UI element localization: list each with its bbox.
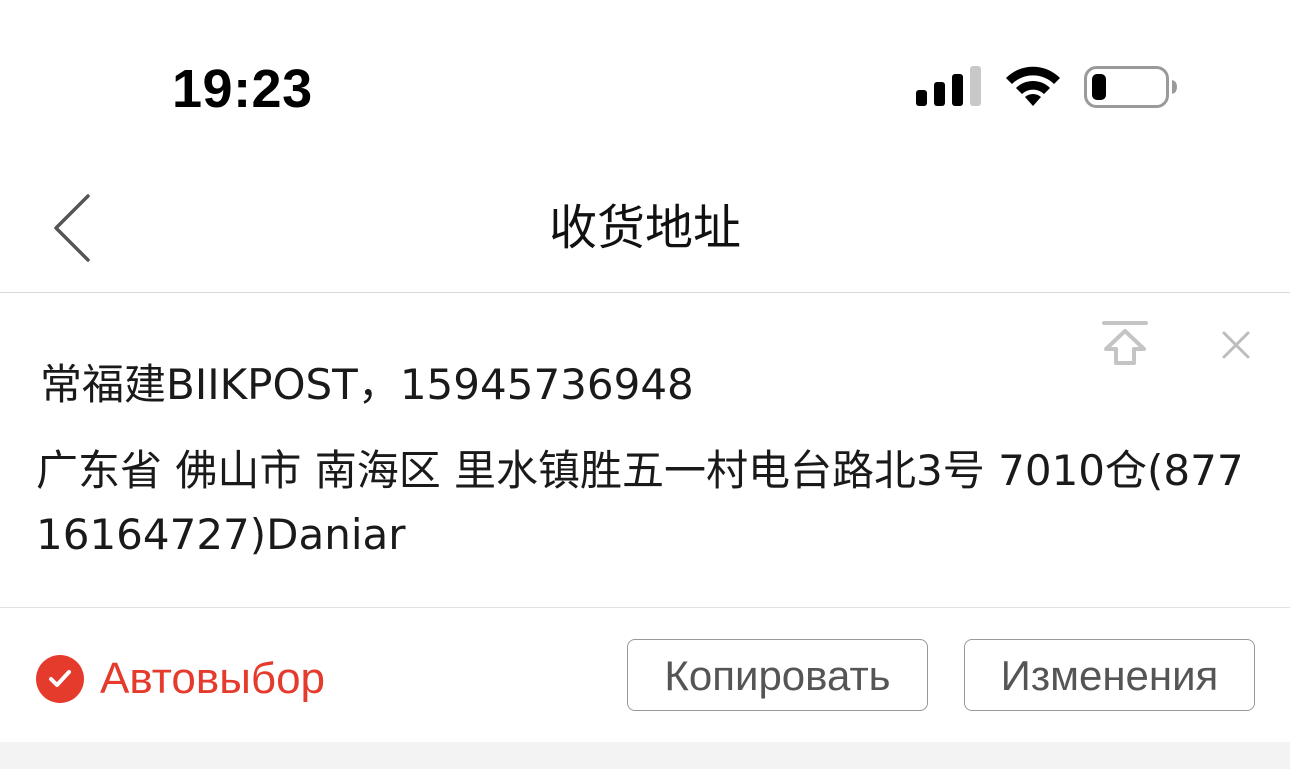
navigation-bar: 收货地址 [0,160,1290,293]
auto-select-label: Автовыбор [100,654,326,703]
pin-to-top-icon [1102,321,1148,365]
copy-button[interactable]: Копировать [627,639,928,711]
checkmark-circle-icon [36,655,84,703]
auto-select-toggle[interactable]: Автовыбор [36,654,325,704]
address-card[interactable]: 常福建BIIKPOST，15945736948 广东省 佛山市 南海区 里水镇胜… [0,293,1290,608]
status-time: 19:23 [172,59,313,119]
recipient-name-phone: 常福建BIIKPOST，15945736948 [40,360,694,409]
footer-strip [0,742,1290,769]
page-title: 收货地址 [548,200,741,256]
address-actions: Автовыбор Копировать Изменения [0,608,1290,742]
cellular-signal-icon [916,66,982,106]
status-bar: 19:23 [0,0,1290,160]
address-detail: 广东省 佛山市 南海区 里水镇胜五一村电台路北3号 7010仓(87716164… [36,446,1244,559]
pin-to-top-button[interactable] [1100,319,1150,365]
edit-button[interactable]: Изменения [964,639,1255,711]
wifi-icon [1003,64,1063,108]
delete-address-button[interactable] [1216,325,1256,365]
battery-low-icon [1084,66,1178,108]
close-icon [1222,331,1250,359]
